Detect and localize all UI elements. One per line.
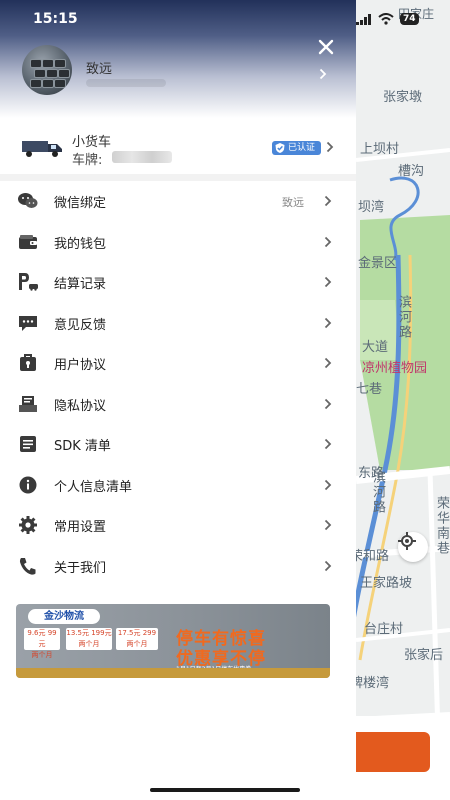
- status-time: 15:15: [33, 11, 78, 27]
- side-drawer: 15:15 致远 小货车 车牌: 已认证 微信绑定 致远 我的钱包 结算记录 意…: [0, 0, 356, 800]
- menu-item-personal-info[interactable]: 个人信息清单: [0, 465, 356, 506]
- map-poi-label[interactable]: 凉州植物园: [362, 357, 427, 376]
- menu-item-label: 关于我们: [54, 560, 107, 576]
- banner-tile: 9.6元 99元 两个月: [24, 628, 60, 659]
- map-label: 上坝村: [360, 142, 400, 157]
- menu-item-settlement[interactable]: 结算记录: [0, 262, 356, 303]
- banner-tile: 17.5元 299 两个月: [116, 628, 158, 650]
- menu-item-label: 常用设置: [54, 520, 107, 535]
- chevron-right-icon: [324, 276, 332, 288]
- close-icon[interactable]: [316, 37, 336, 57]
- tile-term: 两个月: [78, 640, 100, 648]
- chevron-right-icon: [319, 68, 327, 80]
- gear-icon: [19, 516, 37, 534]
- map-label: 七巷: [356, 382, 383, 397]
- menu-item-value: 致远: [282, 196, 304, 209]
- chevron-right-icon: [324, 398, 332, 409]
- vehicle-row[interactable]: 小货车 车牌: 已认证: [0, 124, 356, 174]
- drawer-header[interactable]: 15:15 致远: [0, 0, 356, 118]
- banner-logo: 金沙物流: [28, 609, 100, 624]
- promo-banner[interactable]: 金沙物流 9.6元 99元 两个月 13.5元 199元 两个月 17.5元 2…: [16, 604, 330, 678]
- tile-price: 13.5元 199元: [66, 629, 112, 637]
- menu-item-feedback[interactable]: 意见反馈: [0, 303, 356, 344]
- chevron-right-icon: [324, 195, 332, 207]
- map-label: 张家墩: [383, 90, 423, 105]
- map-label: 槽沟: [398, 164, 425, 179]
- menu-item-about-us[interactable]: 关于我们: [0, 546, 356, 587]
- chevron-right-icon: [326, 141, 334, 153]
- banner-tile: 13.5元 199元 两个月: [66, 628, 112, 650]
- wechat-icon: [18, 193, 38, 208]
- verified-badge: 已认证: [272, 141, 322, 155]
- map-label: 大道: [362, 340, 389, 355]
- user-name: 致远: [86, 62, 113, 77]
- chevron-right-icon: [324, 479, 332, 490]
- banner-truck-strip: [16, 668, 330, 678]
- info-icon: [19, 476, 37, 493]
- wifi-icon: [378, 13, 394, 25]
- chevron-right-icon: [324, 560, 332, 571]
- map-label: 坝湾: [358, 200, 385, 215]
- locate-button[interactable]: [398, 532, 428, 562]
- chevron-right-icon: [324, 236, 332, 247]
- plate-number-blurred: [112, 151, 172, 163]
- menu-item-privacy[interactable]: 隐私协议: [0, 384, 356, 425]
- feedback-icon: [19, 315, 37, 331]
- menu-item-label: 隐私协议: [54, 398, 107, 414]
- menu-item-wallet[interactable]: 我的钱包: [0, 222, 356, 263]
- map-label: 滨河路: [396, 295, 411, 340]
- battery-level: 74: [400, 13, 419, 25]
- tile-price: 9.6元 99元: [27, 629, 57, 648]
- user-phone-blurred: [86, 79, 166, 87]
- parking-icon: [19, 273, 38, 291]
- menu-item-label: 微信绑定: [54, 196, 107, 211]
- list-icon: [20, 436, 36, 452]
- privacy-icon: [19, 395, 37, 412]
- menu-item-label: 个人信息清单: [54, 479, 133, 495]
- check-shield-icon: [275, 143, 285, 153]
- menu-item-sdk-list[interactable]: SDK 清单: [0, 424, 356, 465]
- section-divider: [0, 174, 356, 181]
- status-icons: 74: [356, 13, 419, 25]
- map-label: 金景区: [358, 256, 398, 271]
- primary-action-button[interactable]: [348, 732, 430, 772]
- menu-item-settings[interactable]: 常用设置: [0, 505, 356, 546]
- chevron-right-icon: [324, 519, 332, 531]
- plate-label: 车牌:: [72, 153, 103, 168]
- tile-price: 17.5元 299: [117, 629, 157, 637]
- signal-icon: [356, 13, 371, 25]
- menu-item-label: 用户协议: [54, 358, 107, 373]
- tile-term: 两个月: [126, 640, 148, 648]
- truck-icon: [22, 141, 62, 157]
- chevron-right-icon: [324, 438, 332, 450]
- menu-item-wechat-binding[interactable]: 微信绑定 致远: [0, 181, 356, 222]
- vehicle-type: 小货车: [72, 135, 112, 150]
- map-label: 荣华南巷: [434, 496, 449, 556]
- locate-icon: [398, 532, 416, 550]
- menu-item-label: SDK 清单: [54, 439, 111, 454]
- verified-label: 已认证: [288, 143, 316, 153]
- wallet-icon: [19, 234, 37, 249]
- avatar[interactable]: [22, 45, 72, 95]
- menu-item-label: 我的钱包: [54, 236, 107, 252]
- home-indicator[interactable]: [150, 788, 300, 792]
- chevron-right-icon: [324, 357, 332, 369]
- menu-item-user-agreement[interactable]: 用户协议: [0, 343, 356, 384]
- agreement-icon: [20, 354, 36, 371]
- map-label: 张家后: [404, 648, 444, 663]
- map-label: 台庄村: [364, 622, 404, 637]
- menu-item-label: 意见反馈: [54, 317, 107, 333]
- tile-term: 两个月: [31, 651, 53, 659]
- phone-icon: [19, 557, 36, 575]
- menu-item-label: 结算记录: [54, 277, 107, 292]
- drawer-menu: 微信绑定 致远 我的钱包 结算记录 意见反馈 用户协议 隐私协议 SDK 清单 …: [0, 181, 356, 586]
- chevron-right-icon: [324, 317, 332, 328]
- map-label: 滨河路: [370, 470, 385, 515]
- map-label: 王家路坡: [360, 576, 413, 591]
